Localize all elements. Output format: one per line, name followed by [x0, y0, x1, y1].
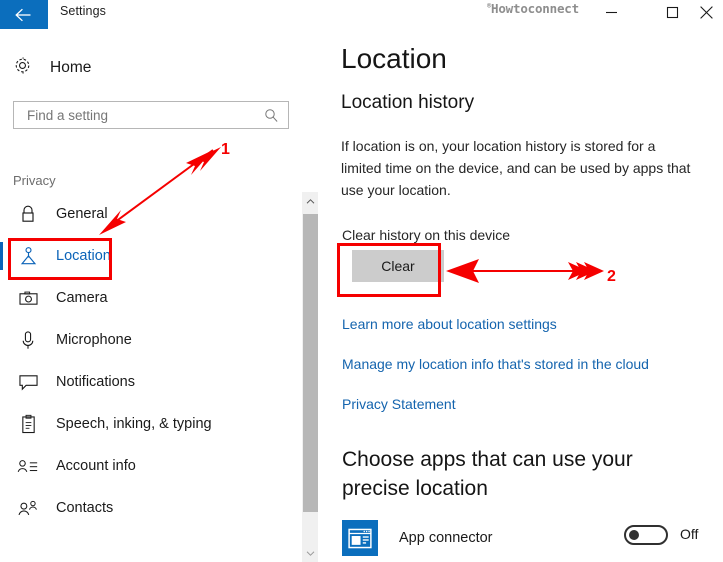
link-privacy-statement[interactable]: Privacy Statement [342, 396, 456, 412]
sidebar-item-account-info[interactable]: Account info [0, 445, 300, 487]
clear-button[interactable]: Clear [352, 250, 444, 282]
app-title: Settings [60, 4, 106, 18]
sidebar-item-label: Location [56, 248, 111, 264]
contacts-icon [16, 499, 40, 518]
close-icon [699, 5, 714, 25]
search-icon [264, 108, 279, 123]
minimize-icon [605, 6, 618, 24]
sidebar-item-camera[interactable]: Camera [0, 277, 300, 319]
sidebar-item-label: Contacts [56, 500, 114, 516]
lock-icon [16, 204, 40, 224]
clipboard-icon [16, 414, 40, 435]
close-button[interactable] [690, 0, 723, 29]
sidebar-item-location[interactable]: Location [0, 235, 300, 277]
watermark-text: Howtoconnect [491, 1, 579, 16]
maximize-button[interactable] [650, 0, 695, 29]
sidebar-home-label: Home [50, 59, 92, 76]
sidebar-group-title: Privacy [13, 173, 56, 188]
sidebar-item-label: Microphone [56, 332, 132, 348]
main-content: Location Location history If location is… [341, 30, 723, 562]
app-connector-toggle[interactable] [624, 525, 668, 545]
toggle-state-label: Off [680, 526, 699, 542]
search-input[interactable] [25, 106, 264, 124]
chevron-up-icon [306, 192, 315, 210]
sidebar-item-home[interactable]: Home [13, 56, 91, 80]
back-arrow-icon [14, 8, 34, 22]
scroll-up-button[interactable] [302, 192, 319, 210]
sidebar-item-speech-inking-typing[interactable]: Speech, inking, & typing [0, 403, 300, 445]
gear-icon [13, 56, 32, 80]
microphone-icon [16, 330, 40, 351]
sidebar-item-label: Camera [56, 290, 108, 306]
scrollbar-thumb[interactable] [303, 214, 318, 512]
sidebar-item-notifications[interactable]: Notifications [0, 361, 300, 403]
sidebar-item-label: Account info [56, 458, 136, 474]
section-title: Location history [341, 92, 475, 113]
sidebar-item-label: Speech, inking, & typing [56, 416, 212, 432]
app-name: App connector [399, 530, 493, 546]
choose-apps-heading: Choose apps that can use your precise lo… [342, 448, 633, 500]
minimize-button[interactable] [589, 0, 634, 29]
location-pin-icon [16, 246, 40, 267]
sidebar-item-label: General [56, 206, 108, 222]
back-button[interactable] [0, 0, 48, 29]
link-manage-location-info-cloud[interactable]: Manage my location info that's stored in… [342, 356, 649, 372]
page-title: Location [341, 43, 447, 74]
title-bar: Settings ®Howtoconnect [0, 0, 723, 30]
sidebar-nav: General Location Camera Microphone Notif… [0, 193, 300, 529]
app-row-app-connector: App connector Off [342, 517, 721, 559]
scroll-down-button[interactable] [302, 544, 319, 562]
sidebar-item-label: Notifications [56, 374, 135, 390]
toggle-knob [629, 530, 639, 540]
sidebar-item-microphone[interactable]: Microphone [0, 319, 300, 361]
chevron-down-icon [306, 544, 315, 562]
maximize-icon [666, 6, 679, 24]
app-connector-icon [342, 520, 378, 556]
search-box[interactable] [13, 101, 289, 129]
speech-bubble-icon [16, 373, 40, 392]
account-list-icon [16, 458, 40, 475]
link-learn-more-location-settings[interactable]: Learn more about location settings [342, 316, 557, 332]
sidebar-item-general[interactable]: General [0, 193, 300, 235]
sidebar-scrollbar[interactable] [301, 192, 318, 562]
sidebar: Home Privacy General [0, 30, 300, 562]
watermark: ®Howtoconnect [487, 1, 579, 16]
sidebar-item-contacts[interactable]: Contacts [0, 487, 300, 529]
clear-history-label: Clear history on this device [342, 227, 511, 243]
location-history-description: If location is on, your location history… [341, 138, 691, 198]
camera-icon [16, 290, 40, 307]
